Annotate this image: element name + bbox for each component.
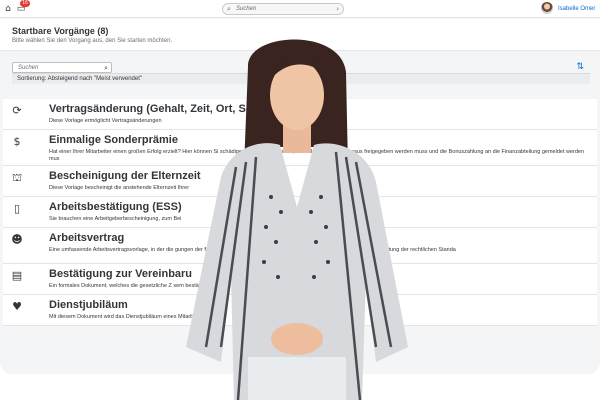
- user-name-menu[interactable]: Isabelle Omer: [558, 3, 595, 15]
- shell-bar: ⌂ ▭ 16 ⌕ Suchen › Isabelle Omer: [0, 0, 600, 18]
- book-icon: ▤: [11, 269, 23, 282]
- item-title: Dienstjubiläum: [49, 299, 128, 311]
- money-exchange-icon: ⟳: [12, 104, 22, 117]
- list-search-input[interactable]: Suchen ⌕: [12, 62, 112, 73]
- item-title: Einmalige Sonderprämie: [49, 134, 178, 146]
- sort-icon[interactable]: ⇅: [576, 62, 584, 73]
- item-title: Arbeitsvertrag: [49, 232, 125, 244]
- list-search-placeholder: Suchen: [18, 65, 39, 71]
- home-icon[interactable]: ⌂: [2, 3, 14, 15]
- item-title: Bestätigung zur Vereinbaru: [49, 268, 193, 280]
- heart-icon: ♥: [12, 300, 22, 313]
- sort-info-text: Sortierung: Absteigend nach "Meist verwe…: [17, 76, 142, 82]
- presenter-photo: [186, 39, 408, 400]
- dollar-circle-icon: $: [13, 135, 21, 148]
- search-icon: ⌕: [227, 5, 231, 13]
- shell-search-input[interactable]: ⌕ Suchen ›: [222, 3, 344, 15]
- shell-search-placeholder: Suchen: [236, 6, 257, 12]
- page-subtitle: Bitte wählen Sie den Vorgang aus, den Si…: [12, 38, 173, 44]
- avatar[interactable]: [541, 2, 553, 14]
- item-title: Arbeitsbestätigung (ESS): [49, 201, 182, 213]
- page-title: Startbare Vorgänge (8): [12, 26, 109, 36]
- family-icon: ⛫: [11, 171, 23, 184]
- search-icon[interactable]: ⌕: [104, 63, 108, 73]
- chevron-right-icon[interactable]: ›: [336, 4, 339, 15]
- group-icon: ☻: [11, 233, 23, 246]
- document-icon: ▯: [13, 202, 21, 215]
- notification-badge: 16: [20, 0, 30, 7]
